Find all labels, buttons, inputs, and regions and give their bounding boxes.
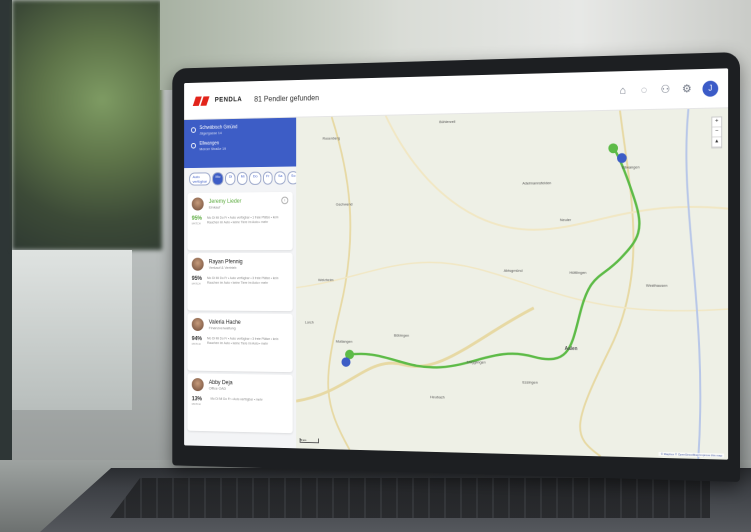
background-plant [12,0,162,250]
map-label: Neuler [560,217,571,222]
filter-chip-car[interactable]: Auto verfügbar [189,172,210,185]
map-label: Welzheim [318,277,333,282]
match-score: 95% MATCH [192,276,202,285]
commuter-details: Mo Di Mi Do Fr • Auto verfügbar • mehr [211,397,263,407]
commuter-role: Einkauf [209,204,242,209]
map-label: Essingen [522,380,537,385]
filter-chip-mi[interactable]: Mi [237,172,248,185]
page-title: 81 Pendler gefunden [254,94,319,104]
map-label: Gschwend [336,202,353,207]
zoom-in-button[interactable]: + [712,117,721,127]
commuter-card[interactable]: Jeremy Lieder Einkauf i 95% MATCH Mo Di M… [188,192,293,250]
logo-text: PENDLA [215,96,242,103]
commuter-details: Mo Di Mi Do Fr • Auto verfügbar • 3 frei… [207,337,288,347]
map-label: Mögglingen [467,359,486,364]
commuter-card[interactable]: Rayan Pfennig Verkauf & Vertrieb 95% MATC… [188,253,293,311]
filter-chip-mo[interactable]: Mo [212,172,224,185]
destination-dot-icon [191,143,196,149]
avatar [192,197,204,210]
avatar [192,258,204,271]
commuter-name: Jeremy Lieder [209,198,242,204]
match-score: 94% MATCH [192,336,202,345]
map-label: Adelmannsfelden [522,180,551,185]
compass-button[interactable]: ▴ [712,137,721,147]
route-from: Schwäbisch Gmünd Jägergasse 14 [191,123,289,135]
pendla-logo-icon [193,96,212,106]
zoom-out-button[interactable]: − [712,127,721,137]
zoom-controls: + − ▴ [711,116,722,148]
map-label: Rosenberg [323,136,340,141]
chat-icon[interactable]: ◌ [638,84,650,96]
route-summary[interactable]: Schwäbisch Gmünd Jägergasse 14 Ellwangen… [184,118,296,168]
map-label: Hüttlingen [569,270,586,275]
commuter-card[interactable]: Abby Deja Office OAD 13% MATCH Mo Di Mi D… [188,373,293,433]
map-label: Lorch [305,320,314,325]
header-actions: ⌂ ◌ ⚇ ⚙ J [617,80,718,98]
map-label: Böbingen [394,333,409,338]
destination-address: Mercer Straße 19 [199,146,226,151]
avatar [192,378,204,391]
match-score: 95% MATCH [192,216,202,225]
background-wall [0,0,12,532]
origin-address: Jägergasse 14 [199,130,237,135]
commuter-name: Abby Deja [209,380,233,386]
background-frame [12,250,132,410]
home-icon[interactable]: ⌂ [617,84,629,96]
map-label: Aalen [565,346,578,352]
route-to: Ellwangen Mercer Straße 19 [191,139,289,151]
commuter-name: Valeria Hache [209,319,241,325]
commuter-details: Mo Di Mi Do Fr • Auto verfügbar • 1 frei… [207,215,288,225]
commuter-role: Office OAD [209,385,233,390]
filter-chip-sa[interactable]: Sa [275,171,286,184]
info-icon[interactable]: i [281,197,288,205]
map-label: Bühlerzell [439,119,455,124]
commuter-details: Mo Di Mi Do Fr • Auto verfügbar • 3 frei… [207,276,288,285]
laptop-keyboard [110,478,710,518]
laptop-screen: PENDLA 81 Pendler gefunden ⌂ ◌ ⚇ ⚙ J Sch… [184,68,728,459]
gear-icon[interactable]: ⚙ [681,83,693,95]
origin-dot-icon [191,127,196,133]
map-scale: 5 km [300,438,319,443]
map-label: Abtsgmünd [504,268,523,273]
match-score: 13% MATCH [192,397,206,407]
filter-chip-do[interactable]: Do [250,172,261,185]
commuter-name: Rayan Pfennig [209,259,243,265]
avatar [192,318,204,331]
map-label: Ellwangen [622,164,640,169]
route-map[interactable]: Rosenberg Gschwend Welzheim Mutlangen He… [296,108,728,459]
filter-chip-di[interactable]: Di [225,172,235,185]
pendla-logo[interactable]: PENDLA [193,95,242,105]
commuter-card[interactable]: Valeria Hache Finanzverwaltung 94% MATCH … [188,313,293,372]
filter-chip-fr[interactable]: Fr [263,171,273,184]
user-avatar-button[interactable]: J [702,80,718,96]
sidebar: Schwäbisch Gmünd Jägergasse 14 Ellwangen… [184,118,296,449]
map-label: Mutlangen [336,339,353,344]
people-icon[interactable]: ⚇ [660,83,672,95]
commuter-role: Finanzverwaltung [209,325,241,330]
commuter-role: Verkauf & Vertrieb [209,265,243,270]
map-label: Westhausen [646,283,668,288]
map-label: Heubach [430,394,445,399]
laptop-lid: PENDLA 81 Pendler gefunden ⌂ ◌ ⚇ ⚙ J Sch… [172,52,740,482]
filter-bar: Auto verfügbar Mo Di Mi Do Fr Sa So [184,166,296,190]
